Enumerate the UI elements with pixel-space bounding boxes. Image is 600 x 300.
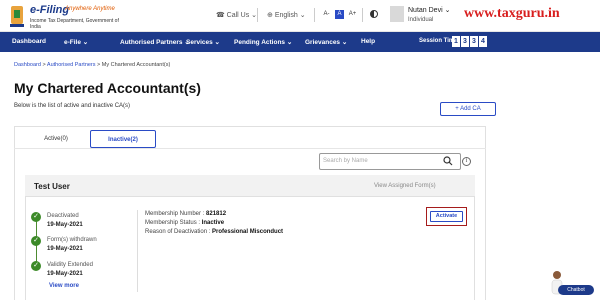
chatbot-widget[interactable]: Chatbot <box>546 270 596 300</box>
view-more-link[interactable]: View more <box>49 283 79 289</box>
session-digit: 4 <box>479 36 487 47</box>
activate-button[interactable]: Activate <box>430 211 463 222</box>
avatar[interactable] <box>390 6 404 22</box>
tab-active[interactable]: Active(0) <box>24 130 88 148</box>
timeline-date: 19-May-2021 <box>47 271 83 277</box>
main-nav: Dashboard e-File ⌄ Authorised Partners ⌄… <box>0 32 600 52</box>
timeline-label: Validity Extended <box>47 262 93 268</box>
font-increase-button[interactable]: A+ <box>348 10 357 19</box>
breadcrumb-authorised-partners[interactable]: Authorised Partners <box>47 62 96 68</box>
session-digit: 3 <box>461 36 469 47</box>
search-icon[interactable] <box>443 156 453 166</box>
nav-help[interactable]: Help <box>361 38 375 45</box>
info-icon[interactable]: i <box>462 157 471 166</box>
check-circle-icon: ✓ <box>31 212 41 222</box>
chevron-down-icon: ⌄ <box>297 12 306 19</box>
timeline-label: Deactivated <box>47 213 79 219</box>
timeline-label: Form(s) withdrawn <box>47 237 97 243</box>
chevron-down-icon: ⌄ <box>212 39 221 46</box>
membership-number: Membership Number : 821812 <box>145 211 227 217</box>
phone-icon: ☎ <box>216 12 227 19</box>
page-title: My Chartered Accountant(s) <box>14 80 201 96</box>
emblem-icon <box>10 6 24 27</box>
breadcrumb-separator: > <box>42 62 46 68</box>
chevron-down-icon: ⌄ <box>442 7 451 14</box>
language-selector[interactable]: ⊕ English ⌄ <box>267 11 306 19</box>
logo-name: e-Filing <box>30 4 70 16</box>
tab-underline <box>14 148 486 149</box>
logo-tagline: Anywhere Anytime <box>65 6 115 12</box>
user-role: Individual <box>408 17 434 23</box>
watermark: www.taxguru.in <box>464 6 560 21</box>
font-decrease-button[interactable]: A- <box>322 10 331 19</box>
check-circle-icon: ✓ <box>31 261 41 271</box>
search-placeholder: Search by Name <box>323 158 368 164</box>
nav-services[interactable]: Services ⌄ <box>186 38 220 46</box>
divider <box>257 8 258 22</box>
top-bar: e-Filing Anywhere Anytime Income Tax Dep… <box>0 0 600 32</box>
chevron-down-icon: ⌄ <box>285 39 293 46</box>
nav-dashboard[interactable]: Dashboard <box>12 38 46 45</box>
call-us-link[interactable]: ☎ Call Us ⌄ <box>216 11 257 19</box>
breadcrumb-dashboard[interactable]: Dashboard <box>14 62 41 68</box>
session-digit: 3 <box>470 36 478 47</box>
membership-status: Membership Status : Inactive <box>145 220 225 226</box>
nav-authorised-partners[interactable]: Authorised Partners ⌄ <box>120 38 190 46</box>
session-digit: 1 <box>452 36 460 47</box>
page-description: Below is the list of active and inactive… <box>14 103 131 109</box>
tab-inactive[interactable]: Inactive(2) <box>90 130 156 148</box>
deactivation-reason: Reason of Deactivation : Professional Mi… <box>145 229 284 235</box>
chevron-down-icon: ⌄ <box>80 39 89 46</box>
nav-pending-actions[interactable]: Pending Actions ⌄ <box>234 38 292 46</box>
chatbot-label: Chatbot <box>558 285 594 295</box>
chevron-down-icon: ⌄ <box>249 12 258 19</box>
efiling-logo[interactable]: e-Filing Anywhere Anytime Income Tax Dep… <box>8 4 128 30</box>
logo-subtitle: Income Tax Department, Government of Ind… <box>30 18 119 30</box>
ca-name: Test User <box>34 182 70 191</box>
divider <box>314 8 315 22</box>
user-name[interactable]: Nutan Devi ⌄ <box>408 6 450 14</box>
check-circle-icon: ✓ <box>31 236 41 246</box>
card-divider <box>137 210 138 292</box>
divider <box>362 8 363 22</box>
breadcrumb-separator: > <box>97 62 101 68</box>
timeline-date: 19-May-2021 <box>47 246 83 252</box>
font-normal-button[interactable]: A <box>335 10 344 19</box>
breadcrumb-current: My Chartered Accountant(s) <box>101 62 171 68</box>
view-assigned-forms-link[interactable]: View Assigned Form(s) <box>374 183 436 189</box>
timeline-date: 19-May-2021 <box>47 222 83 228</box>
globe-icon: ⊕ <box>267 12 275 19</box>
nav-efile[interactable]: e-File ⌄ <box>64 38 88 46</box>
chevron-down-icon: ⌄ <box>340 39 348 46</box>
nav-grievances[interactable]: Grievances ⌄ <box>305 38 347 46</box>
breadcrumb: Dashboard > Authorised Partners > My Cha… <box>14 62 170 68</box>
contrast-toggle-icon[interactable] <box>370 10 378 18</box>
add-ca-button[interactable]: + Add CA <box>440 102 496 116</box>
